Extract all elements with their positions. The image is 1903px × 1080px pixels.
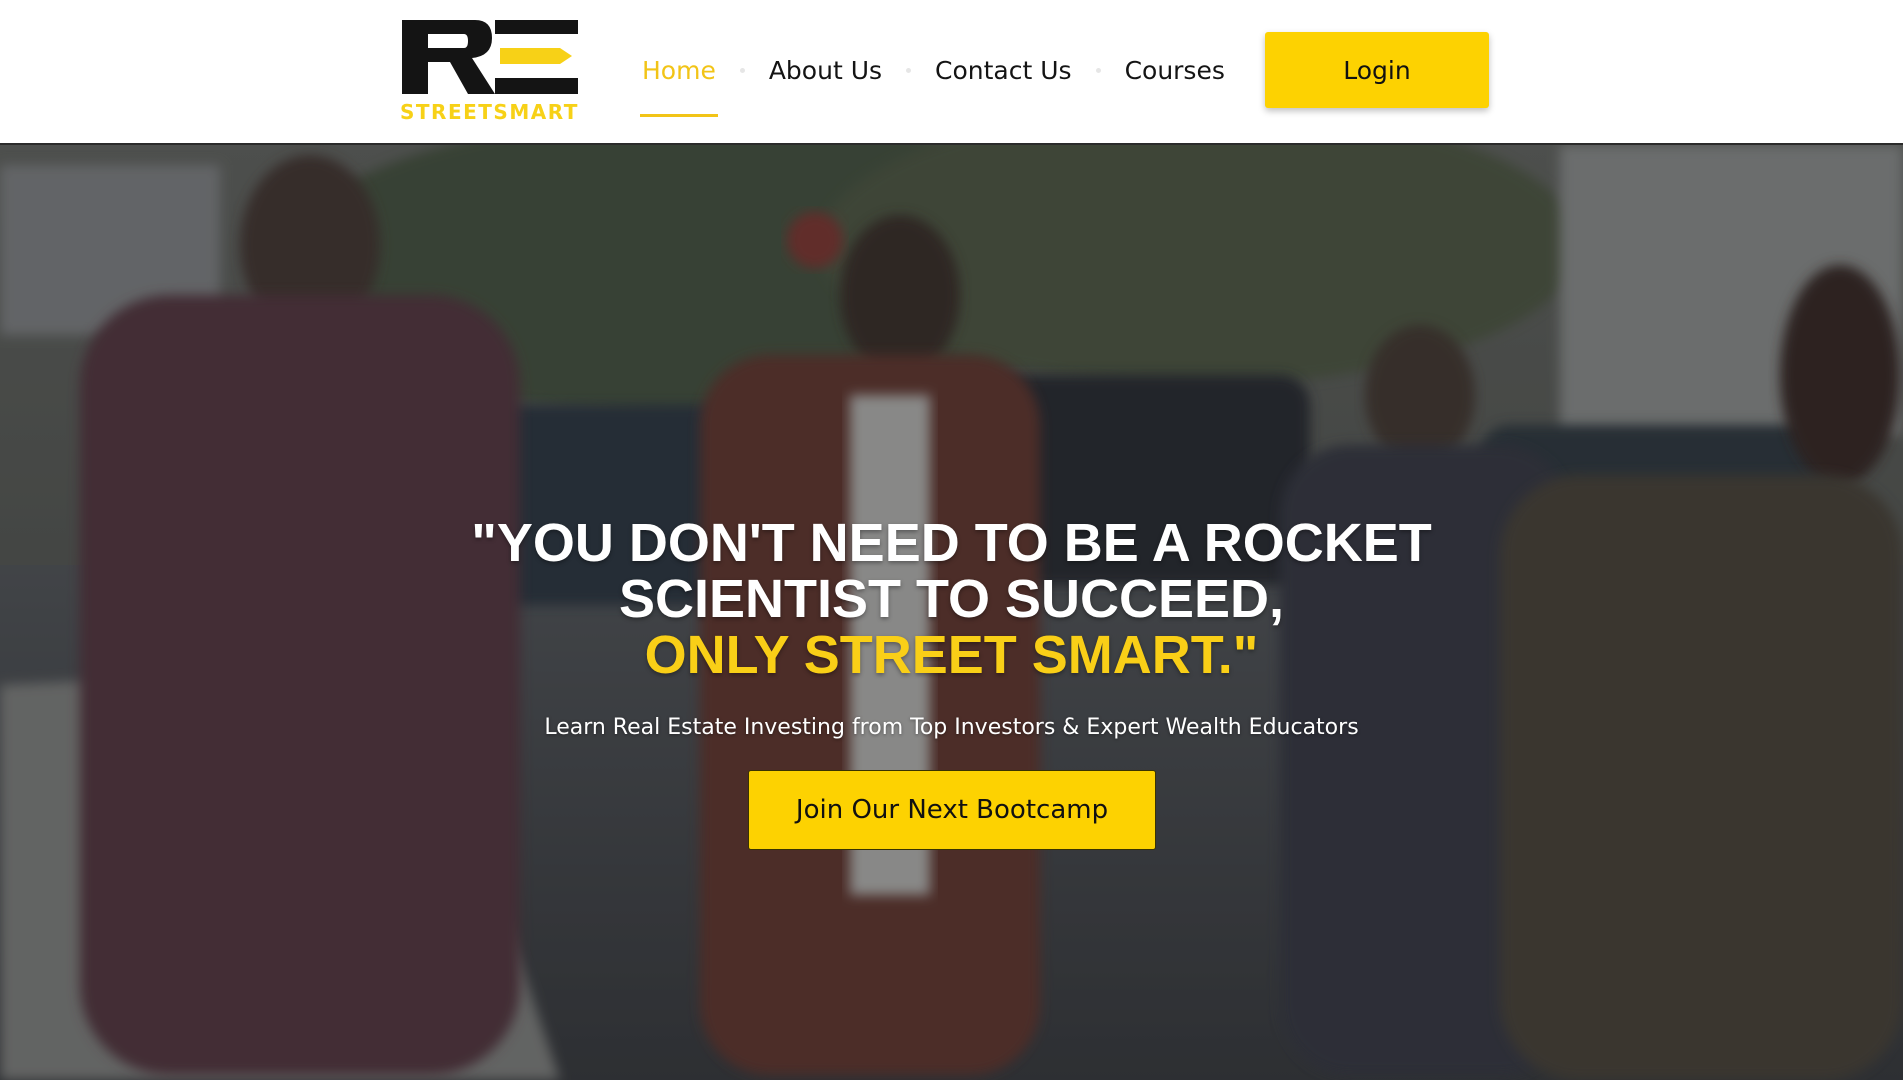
re-logo-mark-icon — [402, 20, 578, 94]
streetsmart-logo[interactable]: STREETSMART — [400, 18, 610, 126]
hero-heading-line-3: ONLY STREET SMART." — [644, 625, 1259, 685]
nav-separator — [906, 67, 912, 73]
hero-heading-line-1: "YOU DON'T NEED TO BE A ROCKET — [471, 513, 1432, 573]
nav-separator — [739, 67, 745, 73]
nav-item-home[interactable]: Home — [640, 56, 718, 117]
login-button[interactable]: Login — [1265, 32, 1489, 108]
hero-heading: "YOU DON'T NEED TO BE A ROCKET SCIENTIST… — [350, 515, 1553, 683]
nav-item-contact-us[interactable]: Contact Us — [933, 56, 1074, 85]
nav-item-courses[interactable]: Courses — [1123, 56, 1227, 85]
main-nav: Home About Us Contact Us Courses — [640, 0, 1227, 140]
site-header: STREETSMART Home About Us Contact Us Cou… — [0, 0, 1903, 145]
nav-item-about-us[interactable]: About Us — [767, 56, 884, 85]
logo-wordmark: STREETSMART — [400, 100, 579, 124]
hero-subheading: Learn Real Estate Investing from Top Inv… — [544, 715, 1359, 740]
nav-separator — [1095, 67, 1101, 73]
hero-section: "YOU DON'T NEED TO BE A ROCKET SCIENTIST… — [0, 145, 1903, 1080]
hero-heading-line-2: SCIENTIST TO SUCCEED, — [618, 569, 1285, 629]
join-bootcamp-button[interactable]: Join Our Next Bootcamp — [748, 770, 1156, 850]
